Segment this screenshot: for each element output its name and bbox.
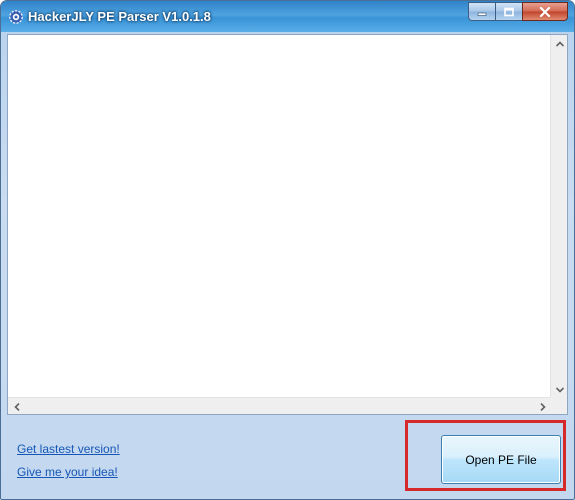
output-text-area[interactable]	[8, 35, 551, 398]
scroll-up-arrow-icon[interactable]	[551, 35, 568, 52]
window-controls	[468, 2, 568, 21]
minimize-icon	[477, 12, 487, 16]
give-idea-link[interactable]: Give me your idea!	[17, 465, 118, 479]
app-window: HackerJLY PE Parser V1.0.1.8 Get lastest…	[0, 0, 575, 500]
get-latest-version-link[interactable]: Get lastest version!	[17, 442, 120, 456]
scroll-right-arrow-icon[interactable]	[534, 398, 551, 415]
scrollbar-corner	[550, 397, 567, 414]
vertical-scrollbar[interactable]	[550, 35, 567, 398]
minimize-button[interactable]	[468, 2, 495, 21]
scroll-down-arrow-icon[interactable]	[551, 381, 568, 398]
horizontal-scrollbar[interactable]	[8, 397, 551, 414]
close-icon	[539, 6, 551, 17]
gear-app-icon	[8, 9, 24, 25]
open-pe-file-button[interactable]: Open PE File	[441, 435, 561, 484]
title-bar[interactable]: HackerJLY PE Parser V1.0.1.8	[1, 1, 574, 32]
scroll-left-arrow-icon[interactable]	[8, 398, 25, 415]
output-panel	[7, 34, 568, 415]
window-title: HackerJLY PE Parser V1.0.1.8	[28, 9, 211, 24]
close-button[interactable]	[522, 2, 568, 21]
maximize-button[interactable]	[495, 2, 522, 21]
maximize-icon	[504, 7, 514, 16]
